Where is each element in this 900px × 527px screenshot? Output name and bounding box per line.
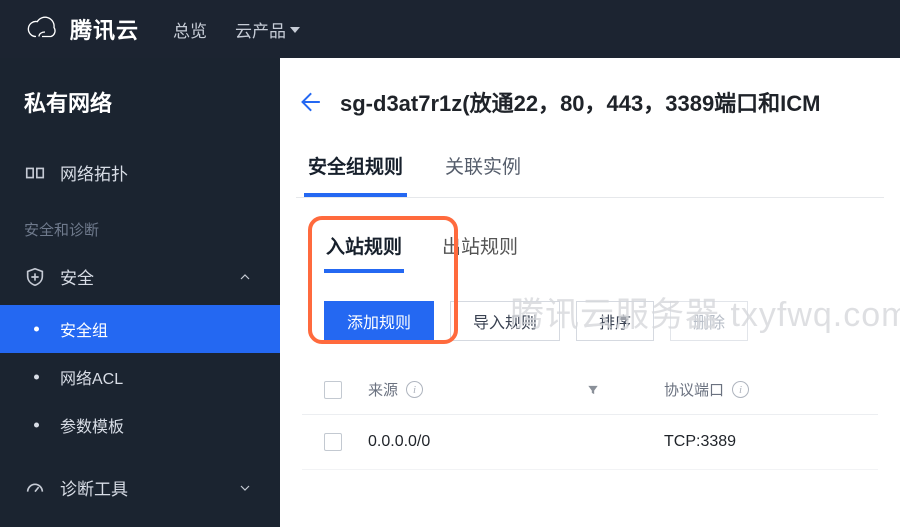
row-checkbox[interactable] bbox=[324, 433, 342, 451]
sidebar-item-label: 诊断工具 bbox=[60, 475, 128, 500]
table-header: 来源 i 协议端口 i bbox=[302, 365, 878, 415]
import-rule-button[interactable]: 导入规则 bbox=[450, 301, 560, 341]
sidebar-sub-security-group[interactable]: 安全组 bbox=[0, 305, 280, 353]
rules-table: 来源 i 协议端口 i 0.0 bbox=[302, 365, 878, 470]
brand[interactable]: 腾讯云 bbox=[24, 11, 139, 47]
main-header: sg-d3at7r1z(放通22，80，443，3389端口和ICM 安全组规则… bbox=[280, 58, 900, 198]
info-icon[interactable]: i bbox=[406, 381, 423, 398]
page-title: sg-d3at7r1z(放通22，80，443，3389端口和ICM bbox=[340, 86, 821, 118]
top-link-overview[interactable]: 总览 bbox=[173, 17, 207, 42]
sidebar-item-label: 参数模板 bbox=[60, 413, 124, 437]
main: sg-d3at7r1z(放通22，80，443，3389端口和ICM 安全组规则… bbox=[280, 58, 900, 527]
sidebar: 私有网络 网络拓扑 安全和诊断 安全 安全组 网络ACL 参数模板 bbox=[0, 58, 280, 527]
chevron-down-icon bbox=[290, 27, 300, 33]
topology-icon bbox=[24, 162, 46, 184]
sidebar-sub-network-acl[interactable]: 网络ACL bbox=[0, 353, 280, 401]
tab-rules[interactable]: 安全组规则 bbox=[304, 138, 407, 197]
table-row[interactable]: 0.0.0.0/0 TCP:3389 bbox=[302, 415, 878, 470]
speedometer-icon bbox=[24, 477, 46, 499]
sidebar-item-label: 安全组 bbox=[60, 317, 108, 341]
sidebar-item-label: 网络拓扑 bbox=[60, 160, 128, 185]
sidebar-item-security[interactable]: 安全 bbox=[0, 248, 280, 305]
content-region: 腾讯云服务器 txyfwq.com 入站规则 出站规则 添加规则 导入规则 排序… bbox=[280, 198, 900, 500]
add-rule-button[interactable]: 添加规则 bbox=[324, 301, 434, 341]
select-all-checkbox[interactable] bbox=[324, 381, 342, 399]
back-arrow-icon[interactable] bbox=[296, 89, 322, 115]
sub-tab-outbound[interactable]: 出站规则 bbox=[440, 228, 520, 273]
delete-button: 删除 bbox=[670, 301, 748, 341]
col-proto-label: 协议端口 bbox=[664, 379, 724, 400]
shield-icon bbox=[24, 266, 46, 288]
cloud-logo-icon bbox=[24, 11, 60, 47]
filter-icon[interactable] bbox=[586, 383, 646, 397]
sub-tabs: 入站规则 出站规则 bbox=[302, 228, 878, 273]
sidebar-section-security: 安全和诊断 bbox=[0, 201, 280, 248]
top-link-products[interactable]: 云产品 bbox=[235, 17, 300, 42]
toolbar: 添加规则 导入规则 排序 删除 bbox=[302, 301, 878, 341]
sort-button[interactable]: 排序 bbox=[576, 301, 654, 341]
sidebar-item-topology[interactable]: 网络拓扑 bbox=[0, 144, 280, 201]
sidebar-sub-param-template[interactable]: 参数模板 bbox=[0, 401, 280, 449]
main-tabs: 安全组规则 关联实例 bbox=[296, 138, 884, 198]
brand-text: 腾讯云 bbox=[70, 13, 139, 45]
cell-source: 0.0.0.0/0 bbox=[368, 433, 430, 451]
col-source-label: 来源 bbox=[368, 379, 398, 400]
topbar: 腾讯云 总览 云产品 bbox=[0, 0, 900, 58]
sidebar-item-diag-tools[interactable]: 诊断工具 bbox=[0, 459, 280, 516]
cell-proto: TCP:3389 bbox=[664, 433, 736, 451]
chevron-down-icon bbox=[234, 477, 256, 499]
sidebar-item-label: 网络ACL bbox=[60, 365, 123, 389]
sidebar-title: 私有网络 bbox=[0, 80, 280, 144]
sub-tab-inbound[interactable]: 入站规则 bbox=[324, 228, 404, 273]
sidebar-item-label: 安全 bbox=[60, 264, 94, 289]
chevron-up-icon bbox=[234, 266, 256, 288]
info-icon[interactable]: i bbox=[732, 381, 749, 398]
tab-instances[interactable]: 关联实例 bbox=[441, 138, 525, 197]
